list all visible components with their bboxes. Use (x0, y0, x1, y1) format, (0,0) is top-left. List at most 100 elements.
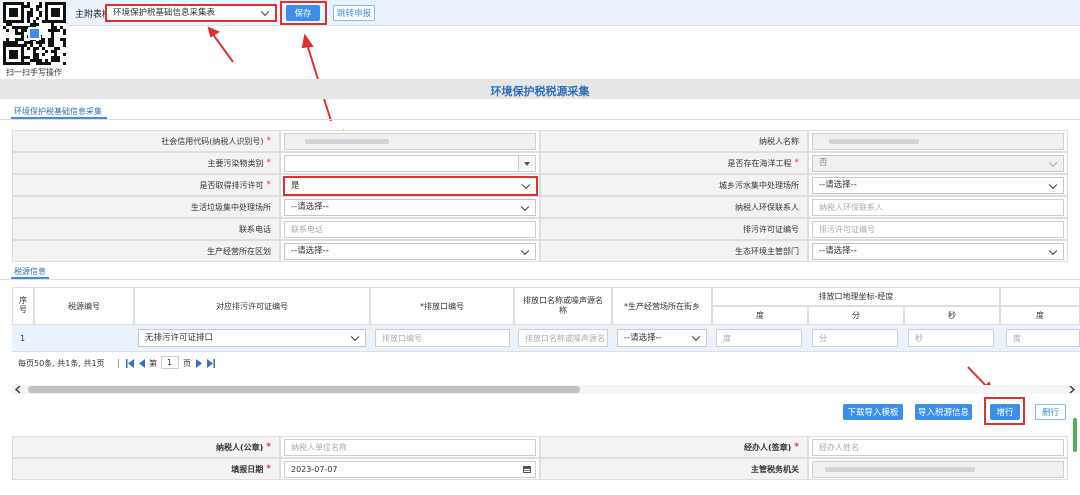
credit-code-label: 社会信用代码(纳税人识别号) * (12, 130, 280, 152)
page-suffix: 页 (183, 359, 191, 368)
next-page-icon[interactable] (196, 359, 202, 368)
garbage-center-value: --请选择-- (291, 202, 329, 213)
tax-authority-field (812, 461, 1064, 478)
garbage-center-label: 生活垃圾集中处理场所 (12, 196, 280, 218)
chevron-down-icon (350, 332, 360, 342)
agent-cell: 经办人姓名 (808, 436, 1068, 458)
last-page-icon[interactable] (207, 359, 215, 368)
eco-dept-label: 生态环境主管部门 (540, 240, 808, 262)
pager-summary: 每页50条, 共1条, 共1页 (18, 359, 105, 368)
row-seq: 1 (20, 334, 26, 343)
fill-date-input[interactable]: 2023-07-07 (284, 461, 536, 478)
sewage-center-select[interactable]: --请选择-- (812, 177, 1064, 194)
col-outlet-no: *排放口编号 (370, 287, 514, 325)
col-source-no: 税源编号 (34, 287, 134, 325)
chevron-down-icon (521, 180, 531, 190)
tab-source-divider (0, 279, 1080, 280)
row-outlet-name-input[interactable]: 排放口名称或噪声源名 (518, 329, 608, 347)
download-template-button[interactable]: 下载导入模板 (843, 404, 903, 420)
row-permit-select[interactable]: 无排污许可证排口 (138, 329, 366, 347)
district-value: --请选择-- (291, 246, 329, 257)
scroll-right-icon[interactable] (1069, 386, 1075, 393)
chevron-down-icon (520, 246, 530, 255)
permit-no-label: 排污许可证编号 (540, 218, 808, 240)
fill-date-label: 填报日期 * (12, 458, 280, 480)
pollutant-type-select[interactable] (284, 155, 536, 172)
fill-date-value: 2023-07-07 (291, 465, 338, 474)
col-street: *生产经营场所在街乡 (612, 287, 712, 325)
tax-authority-label: 主管税务机关 (540, 458, 808, 480)
marine-project-value: 否 (819, 158, 828, 169)
row-min-input[interactable]: 分 (812, 329, 898, 347)
tab-source-info[interactable]: 税源信息 (14, 266, 46, 277)
scrollbar-thumb[interactable] (28, 386, 580, 393)
row-deg2-input[interactable]: 度 (1006, 329, 1080, 347)
sewage-center-label: 城乡污水集中处理场所 (540, 174, 808, 196)
district-select[interactable]: --请选择-- (284, 243, 536, 260)
permit-value: 是 (291, 180, 300, 191)
col-geo-lat (1000, 287, 1080, 306)
taxpayer-name-label: 纳税人名称 (540, 130, 808, 152)
delete-row-button[interactable]: 删行 (1035, 404, 1066, 420)
district-label: 生产经营所在区划 (12, 240, 280, 262)
page-number-input[interactable]: 1 (161, 356, 179, 369)
agent-input[interactable]: 经办人姓名 (812, 439, 1064, 456)
tab-basic-info[interactable]: 环境保护税基础信息采集 (14, 106, 102, 117)
pager-separator (118, 359, 119, 368)
col-sec: 秒 (904, 306, 1000, 325)
phone-label: 联系电话 (12, 218, 280, 240)
col-geo: 排放口地理坐标-经度 (712, 287, 1000, 306)
calendar-icon[interactable] (523, 465, 531, 473)
caret-down-icon (524, 162, 530, 166)
fill-date-cell: 2023-07-07 (280, 458, 540, 480)
row-deg-input[interactable]: 度 (716, 329, 802, 347)
scroll-left-icon[interactable] (15, 386, 21, 393)
eco-dept-value: --请选择-- (819, 246, 857, 257)
credit-code-field (284, 133, 536, 150)
col-min: 分 (808, 306, 904, 325)
sewage-center-value: --请选择-- (819, 180, 857, 191)
garbage-center-cell: --请选择-- (280, 196, 540, 218)
prev-page-icon[interactable] (139, 359, 145, 368)
page-title-bar: 环境保护税税源采集 (0, 79, 1080, 99)
marine-project-cell: 否 (808, 152, 1068, 174)
col-outlet-name: 排放口名称或噪声源名称 (514, 287, 612, 325)
garbage-center-select[interactable]: --请选择-- (284, 199, 536, 216)
phone-input[interactable]: 联系电话 (284, 221, 536, 238)
permit-label: 是否取得排污许可 * (12, 174, 280, 196)
marine-project-select[interactable]: 否 (812, 155, 1064, 172)
row-street-select[interactable]: --请选择-- (617, 329, 707, 347)
agent-label: 经办人(签章) * (540, 436, 808, 458)
row-street-value: --请选择-- (624, 332, 662, 343)
col-permit-no: 对应排污许可证编号 (134, 287, 370, 325)
first-page-icon[interactable] (126, 359, 134, 368)
taxpayer-name-field (812, 133, 1064, 150)
eco-dept-select[interactable]: --请选择-- (812, 243, 1064, 260)
row-outlet-input[interactable]: 排放口编号 (375, 329, 510, 347)
pollutant-type-cell (280, 152, 540, 174)
import-source-button[interactable]: 导入税源信息 (915, 404, 972, 420)
env-contact-input[interactable]: 纳税人环保联系人 (812, 199, 1064, 216)
add-row-button[interactable]: 增行 (990, 404, 1020, 420)
col-deg: 度 (712, 306, 808, 325)
marine-project-label: 是否存在海洋工程 * (540, 152, 808, 174)
chevron-down-icon (1048, 180, 1058, 189)
page-title: 环境保护税税源采集 (490, 85, 590, 98)
chevron-down-icon (691, 332, 701, 342)
tax-authority-cell (808, 458, 1068, 480)
select-arrow-button[interactable] (518, 156, 535, 171)
pollutant-type-label: 主要污染物类别 * (12, 152, 280, 174)
sewage-center-cell: --请选择-- (808, 174, 1068, 196)
eco-dept-cell: --请选择-- (808, 240, 1068, 262)
side-indicator (1073, 418, 1077, 452)
page-prefix: 第 (149, 359, 157, 368)
permit-no-input[interactable]: 排污许可证编号 (812, 221, 1064, 238)
taxpayer-seal-input[interactable]: 纳税人单位名称 (284, 439, 536, 456)
permit-no-cell: 排污许可证编号 (808, 218, 1068, 240)
permit-select[interactable]: 是 (283, 176, 538, 196)
row-permit-value: 无排污许可证排口 (145, 332, 214, 343)
taxpayer-seal-cell: 纳税人单位名称 (280, 436, 540, 458)
row-sec-input[interactable]: 秒 (908, 329, 994, 347)
col-seq: 序号 (12, 287, 34, 325)
chevron-down-icon (1048, 158, 1058, 167)
